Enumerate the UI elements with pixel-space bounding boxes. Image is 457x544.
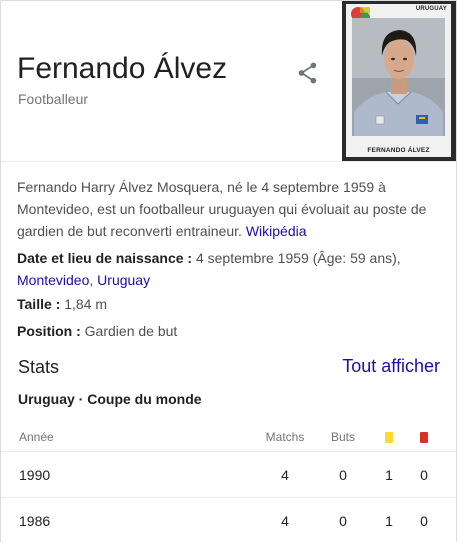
fact-height-label: Taille : bbox=[17, 296, 61, 312]
row-yellow-cards: 1 bbox=[385, 467, 393, 483]
fact-position-value: Gardien de but bbox=[84, 323, 178, 339]
sticker-player-name: FERNANDO ÁLVEZ bbox=[367, 147, 430, 154]
column-matchs: Matchs bbox=[265, 430, 305, 444]
fact-position: Position : Gardien de but bbox=[17, 320, 441, 342]
row-matchs: 4 bbox=[281, 513, 289, 529]
column-buts: Buts bbox=[330, 430, 355, 444]
see-all-link[interactable]: Tout afficher bbox=[342, 356, 440, 377]
page-subtitle: Footballeur bbox=[18, 91, 89, 107]
stats-heading: Stats bbox=[18, 357, 60, 377]
fact-birth: Date et lieu de naissance : 4 septembre … bbox=[17, 247, 441, 291]
red-card-icon bbox=[420, 431, 428, 443]
uruguay-link[interactable]: Uruguay bbox=[97, 272, 150, 288]
row-matchs: 4 bbox=[281, 467, 289, 483]
row-yellow-cards: 1 bbox=[385, 513, 393, 529]
fact-birth-separator: , bbox=[89, 272, 94, 288]
description-text: Fernando Harry Álvez Mosquera, né le 4 s… bbox=[17, 179, 427, 239]
table-row: 1990 4 0 1 0 bbox=[1, 451, 456, 498]
fact-height-value: 1,84 m bbox=[64, 296, 108, 312]
fact-height: Taille : 1,84 m bbox=[17, 293, 441, 315]
row-year: 1986 bbox=[19, 513, 51, 529]
row-buts: 0 bbox=[339, 513, 347, 529]
column-year: Année bbox=[19, 430, 54, 444]
wikipedia-link[interactable]: Wikipédia bbox=[246, 223, 307, 239]
table-row: 1986 4 0 1 0 bbox=[1, 497, 456, 544]
row-buts: 0 bbox=[339, 467, 347, 483]
description: Fernando Harry Álvez Mosquera, né le 4 s… bbox=[17, 176, 441, 242]
fact-birth-label: Date et lieu de naissance : bbox=[17, 250, 193, 266]
montevideo-link[interactable]: Montevideo bbox=[17, 272, 89, 288]
panel-header: Fernando Álvez Footballeur URUGUAY FERNA… bbox=[1, 1, 456, 162]
fact-position-label: Position : bbox=[17, 323, 81, 339]
column-yellow-card bbox=[379, 423, 399, 451]
share-icon bbox=[298, 62, 317, 84]
share-button[interactable] bbox=[295, 60, 321, 86]
row-year: 1990 bbox=[19, 467, 51, 483]
stats-table-header: Année Matchs Buts bbox=[1, 423, 456, 451]
row-red-cards: 0 bbox=[420, 467, 428, 483]
player-photo bbox=[346, 4, 451, 157]
player-sticker-image[interactable]: URUGUAY FERNANDO ÁLVEZ bbox=[342, 1, 456, 161]
row-red-cards: 0 bbox=[420, 513, 428, 529]
knowledge-panel: Fernando Álvez Footballeur URUGUAY FERNA… bbox=[0, 0, 457, 542]
fact-birth-value: 4 septembre 1959 (Âge: 59 ans), bbox=[195, 250, 401, 266]
stats-competition: Uruguay · Coupe du monde bbox=[18, 391, 202, 407]
sticker-card: URUGUAY FERNANDO ÁLVEZ bbox=[346, 4, 451, 157]
page-title: Fernando Álvez bbox=[17, 52, 228, 85]
column-red-card bbox=[414, 423, 434, 451]
yellow-card-icon bbox=[385, 431, 393, 443]
sticker-country-label: URUGUAY bbox=[415, 6, 447, 12]
